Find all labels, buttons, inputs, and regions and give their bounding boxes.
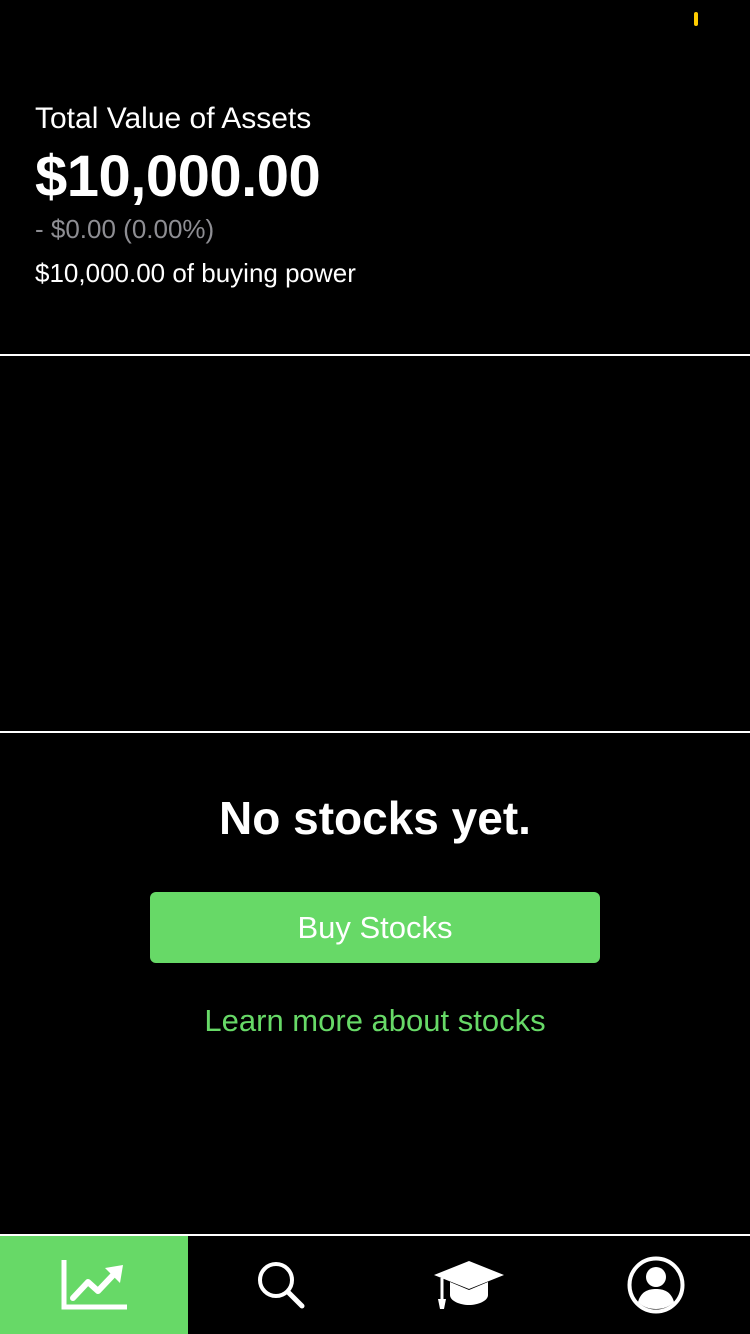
profile-icon [627, 1256, 685, 1314]
tab-search[interactable] [188, 1236, 376, 1334]
portfolio-summary: Total Value of Assets $10,000.00 - $0.00… [35, 100, 715, 290]
chart-trend-icon [61, 1260, 127, 1310]
tab-portfolio[interactable] [0, 1236, 188, 1334]
divider-top [0, 354, 750, 356]
chart-area [0, 357, 750, 732]
tab-bar [0, 1236, 750, 1334]
empty-state-title: No stocks yet. [219, 792, 531, 844]
buying-power: $10,000.00 of buying power [35, 258, 356, 288]
empty-state: No stocks yet. Buy Stocks Learn more abo… [0, 790, 750, 1041]
portfolio-title: Total Value of Assets [35, 102, 312, 135]
search-icon [256, 1260, 306, 1310]
divider-bottom [0, 731, 750, 733]
status-indicator [694, 12, 698, 26]
buy-stocks-button[interactable]: Buy Stocks [150, 892, 600, 963]
value-change: - $0.00 (0.00%) [35, 214, 215, 244]
graduation-cap-icon [432, 1259, 506, 1311]
tab-profile[interactable] [563, 1236, 750, 1334]
total-value: $10,000.00 [35, 144, 321, 209]
learn-more-link[interactable]: Learn more about stocks [204, 1001, 545, 1041]
tab-learn[interactable] [375, 1236, 563, 1334]
